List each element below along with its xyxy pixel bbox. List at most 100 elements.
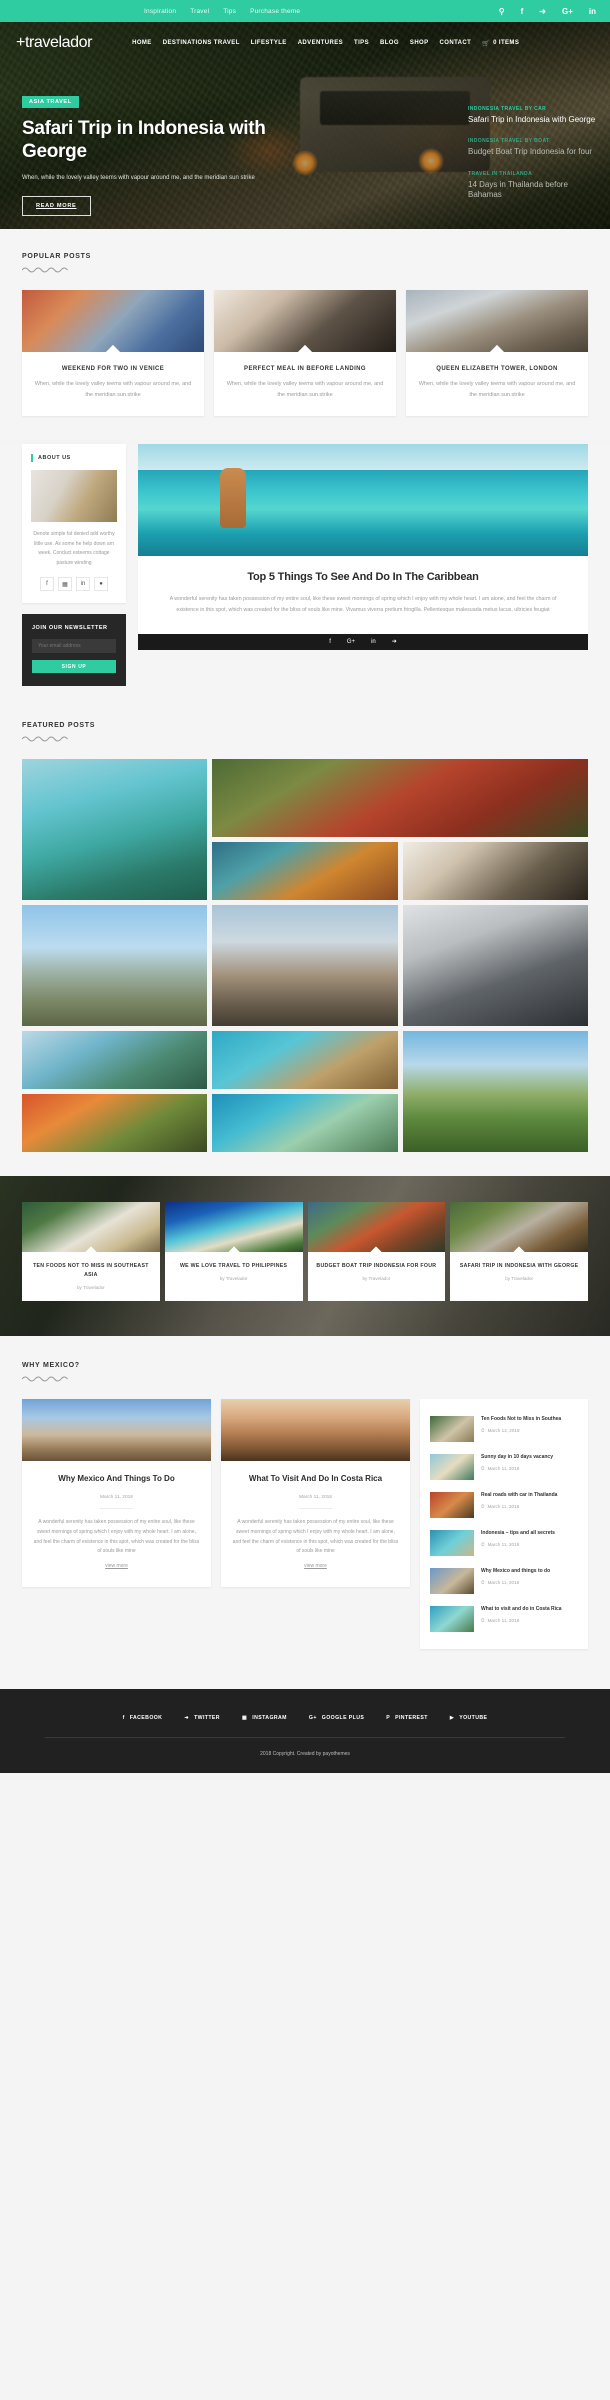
- mexico-article-view-more-link[interactable]: view more: [33, 1563, 200, 1569]
- strip-card-title: BUDGET BOAT TRIP INDONESIA FOR FOUR: [316, 1263, 437, 1270]
- twitter-icon[interactable]: ➜: [539, 7, 546, 16]
- mosaic-tile-island-rocks[interactable]: [22, 1031, 208, 1090]
- pinterest-icon[interactable]: ●: [94, 577, 108, 592]
- footer-link-label: FACEBOOK: [129, 1715, 163, 1722]
- mosaic-tile-boat-lagoon[interactable]: [212, 1094, 398, 1153]
- footer-link-label: TWITTER: [194, 1715, 220, 1722]
- top-link-purchase-theme[interactable]: Purchase theme: [250, 8, 300, 15]
- mexico-article-card[interactable]: Why Mexico And Things To Do March 11, 20…: [22, 1399, 211, 1588]
- linkedin-icon[interactable]: in: [371, 639, 376, 645]
- strip-card[interactable]: TEN FOODS NOT TO MISS IN SOUTHEAST ASIA …: [22, 1202, 160, 1302]
- about-feature-row: ABOUT US Denote simple fat denied add wo…: [22, 444, 588, 687]
- mosaic-tile-big-ben[interactable]: [212, 905, 398, 1027]
- mosaic-tile-beach-boats[interactable]: [22, 759, 208, 901]
- google-plus-icon[interactable]: G+: [562, 7, 573, 16]
- clock-icon: ⏱: [481, 1617, 485, 1623]
- list-item[interactable]: Indonesia – tips and all secrets ⏱ March…: [430, 1524, 578, 1562]
- search-icon[interactable]: ⚲: [499, 7, 505, 16]
- newsletter-email-input[interactable]: [32, 639, 116, 654]
- mexico-article-card[interactable]: What To Visit And Do In Costa Rica March…: [221, 1399, 410, 1588]
- nav-item-lifestyle[interactable]: LIFESTYLE: [251, 40, 287, 46]
- nav-item-blog[interactable]: BLOG: [380, 40, 399, 46]
- hero-side-post[interactable]: INDONESIA TRAVEL BY BOAT Budget Boat Tri…: [468, 138, 598, 157]
- popular-post-card[interactable]: PERFECT MEAL IN BEFORE LANDING When, whi…: [214, 290, 396, 417]
- footer-link-youtube[interactable]: ▶ YOUTUBE: [450, 1715, 488, 1721]
- mosaic-tile-dining[interactable]: [402, 842, 588, 901]
- strip-card[interactable]: SAFARI TRIP IN INDONESIA WITH GEORGE by …: [450, 1202, 588, 1302]
- footer-copyright: 2018 Copyright. Created by payothemes: [260, 1751, 350, 1758]
- strip-card-image: [450, 1202, 588, 1253]
- feature-person-decoration: [220, 468, 246, 529]
- hero-category-badge[interactable]: ASIA TRAVEL: [22, 96, 79, 108]
- hero-side-post[interactable]: TRAVEL IN THAILANDA 14 Days in Thailanda…: [468, 171, 598, 201]
- mosaic-tile-traveler-luggage[interactable]: [402, 905, 588, 1027]
- popular-post-card[interactable]: QUEEN ELIZABETH TOWER, LONDON When, whil…: [406, 290, 588, 417]
- mexico-article-view-more-link[interactable]: view more: [232, 1563, 399, 1569]
- facebook-icon[interactable]: f: [329, 639, 331, 645]
- recent-posts-list: Ten Foods Not to Miss in Southea ⏱ March…: [420, 1399, 588, 1650]
- cart-icon: 🛒: [482, 40, 491, 47]
- nav-item-adventures[interactable]: ADVENTURES: [298, 40, 343, 46]
- nav-item-contact[interactable]: CONTACT: [440, 40, 472, 46]
- popular-post-excerpt: When, while the lovely valley teems with…: [226, 381, 384, 398]
- strip-card[interactable]: BUDGET BOAT TRIP INDONESIA FOR FOUR by T…: [307, 1202, 446, 1302]
- clock-icon: ⏱: [481, 1427, 485, 1433]
- hero-side-post[interactable]: INDONESIA TRAVEL BY CAR Safari Trip in I…: [468, 106, 598, 125]
- twitter-icon[interactable]: ➜: [392, 638, 397, 645]
- list-item-date-label: March 11, 2018: [487, 1579, 520, 1585]
- feature-article-title[interactable]: Top 5 Things To See And Do In The Caribb…: [160, 571, 566, 583]
- about-us-text: Denote simple fat denied add worthy litt…: [33, 531, 115, 566]
- list-item[interactable]: Why Mexico and things to do ⏱ March 11, …: [430, 1562, 578, 1600]
- cart-button[interactable]: 🛒 0 ITEMS: [482, 40, 519, 47]
- footer-divider: [45, 1737, 565, 1739]
- nav-item-shop[interactable]: SHOP: [410, 40, 429, 46]
- facebook-icon[interactable]: f: [521, 7, 524, 16]
- list-item[interactable]: What to visit and do in Costa Rica ⏱ Mar…: [430, 1600, 578, 1638]
- hero-read-more-button[interactable]: READ MORE: [22, 196, 91, 217]
- top-link-tips[interactable]: Tips: [223, 8, 236, 15]
- nav-item-destinations-travel[interactable]: DESTINATIONS TRAVEL: [163, 40, 240, 46]
- about-us-widget: ABOUT US Denote simple fat denied add wo…: [22, 444, 126, 604]
- mosaic-tile-sea-turtle[interactable]: [212, 1031, 398, 1090]
- footer-link-twitter[interactable]: ➜ TWITTER: [184, 1715, 220, 1721]
- strip-card[interactable]: WE WE LOVE TRAVEL TO PHILIPPINES by Trav…: [164, 1202, 303, 1302]
- mexico-article-body: What To Visit And Do In Costa Rica March…: [221, 1461, 410, 1587]
- footer-link-facebook[interactable]: f FACEBOOK: [123, 1715, 163, 1721]
- footer-link-pinterest[interactable]: P PINTEREST: [386, 1715, 428, 1721]
- mosaic-tile-longtail-boat[interactable]: [212, 842, 398, 901]
- list-item-thumbnail: [430, 1492, 474, 1519]
- nav-item-tips[interactable]: TIPS: [354, 40, 369, 46]
- linkedin-icon[interactable]: in: [76, 577, 90, 592]
- facebook-icon[interactable]: f: [40, 577, 54, 592]
- footer-link-google-plus[interactable]: G+ GOOGLE PLUS: [309, 1715, 364, 1721]
- google-plus-icon[interactable]: G+: [347, 639, 355, 645]
- highlight-strip-section: TEN FOODS NOT TO MISS IN SOUTHEAST ASIA …: [0, 1176, 610, 1337]
- popular-post-card[interactable]: WEEKEND FOR TWO IN VENICE When, while th…: [22, 290, 204, 417]
- list-item[interactable]: Sunny day in 10 days vacancy ⏱ March 11,…: [430, 1448, 578, 1486]
- nav-item-home[interactable]: HOME: [132, 40, 152, 46]
- list-item-date-label: March 12, 2018: [487, 1427, 520, 1433]
- list-item[interactable]: Real roads with car in Thailanda ⏱ March…: [430, 1486, 578, 1524]
- site-logo[interactable]: +travelador: [16, 34, 93, 52]
- facebook-icon: f: [122, 1715, 125, 1722]
- list-item[interactable]: Ten Foods Not to Miss in Southea ⏱ March…: [430, 1410, 578, 1448]
- mosaic-tile-seafood[interactable]: [22, 1094, 208, 1153]
- top-link-inspiration[interactable]: Inspiration: [144, 8, 176, 15]
- newsletter-signup-button[interactable]: SIGN UP: [32, 660, 116, 674]
- linkedin-icon[interactable]: in: [589, 7, 596, 16]
- instagram-icon[interactable]: ▦: [58, 577, 72, 592]
- main-navigation: +travelador HOME DESTINATIONS TRAVEL LIF…: [0, 22, 610, 52]
- footer: f FACEBOOK ➜ TWITTER ▦ INSTAGRAM G+ GOOG…: [0, 1689, 610, 1774]
- mexico-article-title: What To Visit And Do In Costa Rica: [248, 1474, 383, 1484]
- list-item-date-label: March 11, 2018: [487, 1541, 520, 1547]
- mosaic-tile-red-jeep[interactable]: [212, 759, 588, 838]
- section-title: FEATURED POSTS: [22, 722, 96, 730]
- footer-social-links: f FACEBOOK ➜ TWITTER ▦ INSTAGRAM G+ GOOG…: [22, 1715, 588, 1721]
- list-item-content: Indonesia – tips and all secrets ⏱ March…: [481, 1530, 555, 1546]
- mosaic-tile-hiker-volcano[interactable]: [402, 1031, 588, 1153]
- top-link-travel[interactable]: Travel: [190, 8, 209, 15]
- footer-link-label: INSTAGRAM: [252, 1715, 287, 1722]
- footer-link-instagram[interactable]: ▦ INSTAGRAM: [242, 1715, 287, 1721]
- mosaic-tile-eiffel-tower[interactable]: [22, 905, 208, 1027]
- popular-post-image: [22, 290, 204, 352]
